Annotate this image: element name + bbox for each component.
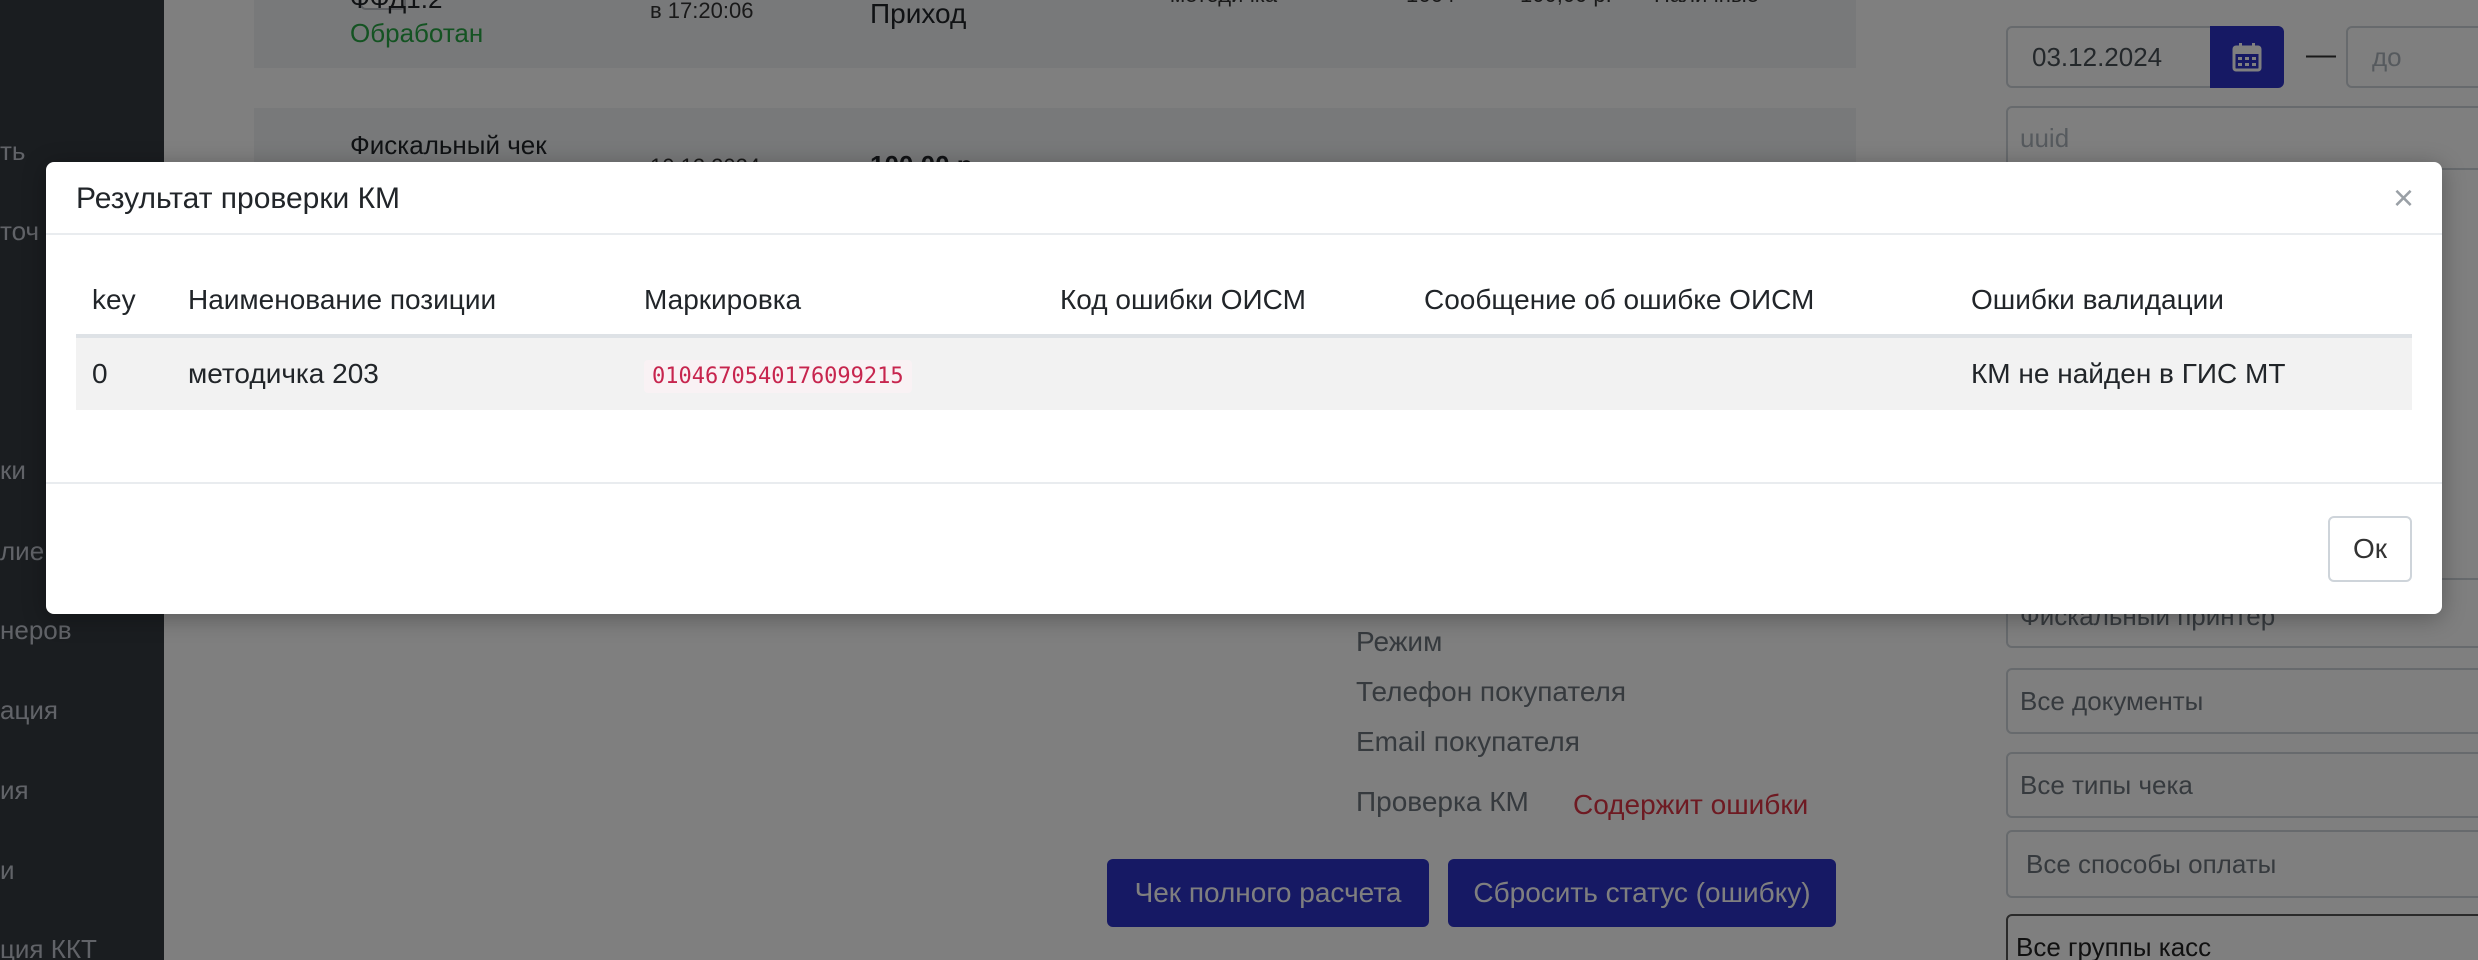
cell-oism-code (1044, 336, 1408, 410)
cell-item-name: методичка 203 (172, 336, 628, 410)
table-row: 0 методичка 203 0104670540176099215 КМ н… (76, 336, 2412, 410)
km-result-modal: Результат проверки КМ × key Наименование… (46, 162, 2442, 614)
modal-header: Результат проверки КМ × (46, 162, 2442, 235)
column-header: key (76, 266, 172, 338)
modal-title: Результат проверки КМ (76, 182, 401, 215)
cell-key: 0 (76, 336, 172, 410)
column-header: Ошибки валидации (1955, 266, 2412, 338)
cell-marking: 0104670540176099215 (628, 336, 1044, 410)
modal-footer: Ок (46, 482, 2442, 614)
table-header-row: key Наименование позиции Маркировка Код … (76, 266, 2412, 338)
column-header: Наименование позиции (172, 266, 628, 338)
column-header: Маркировка (628, 266, 1044, 338)
column-header: Сообщение об ошибке ОИСМ (1408, 266, 1955, 338)
marking-code: 0104670540176099215 (644, 360, 912, 393)
close-icon[interactable]: × (2393, 180, 2414, 216)
cell-oism-message (1408, 336, 1955, 410)
ok-button[interactable]: Ок (2328, 516, 2412, 582)
cell-validation-errors: КМ не найден в ГИС МТ (1955, 336, 2412, 410)
column-header: Код ошибки ОИСМ (1044, 266, 1408, 338)
km-result-table: key Наименование позиции Маркировка Код … (76, 266, 2412, 410)
